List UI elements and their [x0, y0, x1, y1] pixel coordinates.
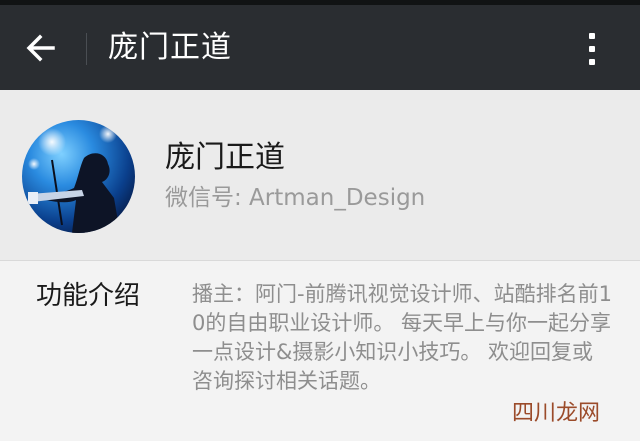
toolbar-divider — [86, 33, 87, 65]
arrow-left-icon — [26, 34, 55, 62]
intro-label: 功能介绍 — [36, 281, 141, 311]
wechat-id: 微信号: Artman_Design — [165, 185, 426, 211]
avatar[interactable] — [22, 120, 135, 233]
profile-header: 庞门正道 微信号: Artman_Design — [0, 90, 640, 260]
more-vertical-icon-dot — [589, 46, 595, 52]
more-options-button[interactable] — [570, 27, 614, 71]
watermark-logo: 四川龙网 — [512, 401, 601, 426]
account-name: 庞门正道 — [165, 140, 285, 175]
avatar-image — [22, 120, 135, 233]
more-vertical-icon — [589, 33, 595, 39]
back-button[interactable] — [18, 25, 64, 71]
more-vertical-icon-dot — [589, 59, 595, 65]
page-title: 庞门正道 — [108, 30, 232, 65]
intro-text: 播主：阿门-前腾讯视觉设计师、站酷排名前10的自由职业设计师。 每天早上与你一起… — [192, 282, 612, 393]
top-toolbar: 庞门正道 — [0, 5, 640, 90]
